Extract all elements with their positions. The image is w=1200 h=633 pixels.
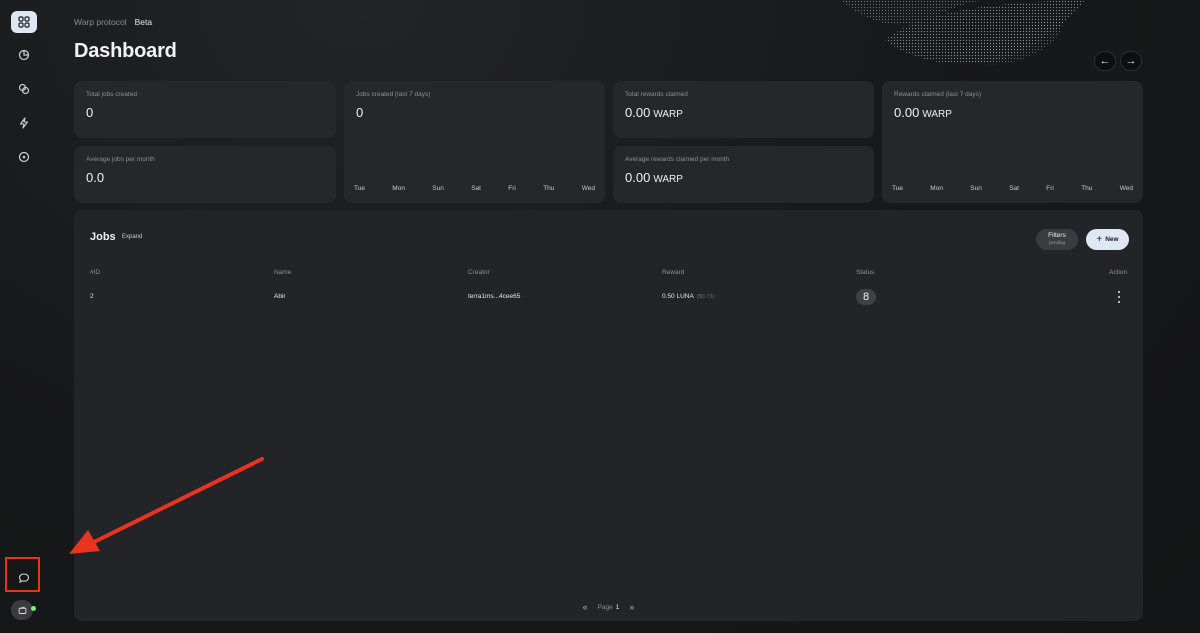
filters-button[interactable]: Filters pending <box>1036 229 1078 250</box>
stat-number: 0.00 <box>625 170 651 185</box>
day-label: Mon <box>392 185 405 192</box>
previous-button[interactable]: ← <box>1094 51 1116 71</box>
day-axis: Tue Mon Sun Sat Fri Thu Wed <box>354 185 595 192</box>
day-label: Tue <box>354 185 365 192</box>
stat-card-total-rewards: Total rewards claimed 0.00 WARP <box>613 81 874 138</box>
stat-number: 0.00 <box>894 105 920 120</box>
arrow-right-icon: → <box>1125 55 1137 67</box>
stat-number: 0.00 <box>625 105 651 120</box>
day-label: Sat <box>471 185 481 192</box>
page-title: Dashboard <box>74 40 177 62</box>
stat-value: 0.00 WARP <box>894 105 952 120</box>
previous-page-icon[interactable]: « <box>583 602 588 612</box>
stat-card-jobs-7d: Jobs created (last 7 days) 0 Tue Mon Sun… <box>344 81 605 203</box>
day-label: Fri <box>508 185 516 192</box>
wallet-button[interactable] <box>11 600 33 620</box>
stat-value: 0.0 <box>86 170 105 185</box>
job-reward: 0.50 LUNA ($0.73) <box>662 293 714 300</box>
sidebar-item-create[interactable] <box>11 146 37 168</box>
page-label: Page <box>597 603 613 611</box>
online-status-dot <box>31 606 36 611</box>
stat-card-avg-rewards: Average rewards claimed per month 0.00 WA… <box>613 146 874 203</box>
stat-label: Jobs created (last 7 days) <box>356 91 431 98</box>
status-badge: 8 <box>856 289 876 305</box>
annotation-arrow <box>69 457 264 554</box>
arrow-left-icon: ← <box>1099 55 1111 67</box>
jobs-title: Jobs <box>90 231 116 243</box>
job-name[interactable]: Abir <box>274 293 286 300</box>
stat-unit: WARP <box>653 109 683 120</box>
stat-label: Average jobs per month <box>86 156 155 163</box>
sidebar-item-analytics[interactable] <box>11 44 37 66</box>
column-header-reward[interactable]: Reward <box>662 269 684 276</box>
stat-card-rewards-7d: Rewards claimed (last 7 days) 0.00 WARP T… <box>882 81 1143 203</box>
stat-value: 0 <box>356 105 364 120</box>
page-number: 1 <box>615 603 620 611</box>
stat-unit: WARP <box>922 109 952 120</box>
sidebar-item-rewards[interactable] <box>11 78 37 100</box>
expand-link[interactable]: Expand <box>122 234 142 240</box>
reward-usd: ($0.73) <box>696 294 715 300</box>
pie-chart-icon <box>18 49 30 61</box>
stat-label: Total rewards claimed <box>625 91 688 98</box>
day-label: Thu <box>1081 185 1093 192</box>
more-actions-icon[interactable] <box>1114 291 1124 303</box>
page-indicator: Page 1 <box>598 604 620 611</box>
lightning-icon <box>19 117 29 129</box>
stat-card-total-jobs: Total jobs created 0 <box>74 81 336 138</box>
column-header-id[interactable]: #ID <box>90 269 100 276</box>
carousel-nav: ← → <box>1094 51 1142 71</box>
highlight-box <box>5 557 40 592</box>
new-job-button[interactable]: + New <box>1086 229 1129 250</box>
day-label: Fri <box>1046 185 1054 192</box>
stat-card-avg-jobs: Average jobs per month 0.0 <box>74 146 336 203</box>
job-id[interactable]: 2 <box>90 293 94 300</box>
stat-value: 0.00 WARP <box>625 170 683 185</box>
grid-icon <box>18 16 30 28</box>
sidebar-item-dashboard[interactable] <box>11 11 37 33</box>
filters-sub-label: pending <box>1048 240 1066 245</box>
next-button[interactable]: → <box>1120 51 1142 71</box>
coins-icon <box>18 83 30 95</box>
day-label: Sun <box>970 185 982 192</box>
filters-label: Filters <box>1048 232 1066 239</box>
new-job-label: New <box>1105 236 1119 243</box>
day-label: Sat <box>1009 185 1019 192</box>
column-header-creator[interactable]: Creator <box>468 269 490 276</box>
dotted-wave-decoration <box>840 0 1085 65</box>
plus-icon: + <box>1096 233 1103 245</box>
column-header-status[interactable]: Status <box>856 269 874 276</box>
stat-label: Total jobs created <box>86 91 137 98</box>
stat-value: 0.00 WARP <box>625 105 683 120</box>
plus-circle-icon <box>18 151 30 163</box>
sidebar-item-jobs[interactable] <box>11 112 37 134</box>
column-header-name[interactable]: Name <box>274 269 291 276</box>
stat-label: Rewards claimed (last 7 days) <box>894 91 982 98</box>
day-label: Wed <box>1119 185 1133 192</box>
stat-label: Average rewards claimed per month <box>625 156 730 163</box>
sidebar <box>0 0 48 633</box>
breadcrumb-current: Beta <box>134 17 153 27</box>
day-axis: Tue Mon Sun Sat Fri Thu Wed <box>892 185 1133 192</box>
stat-value: 0 <box>86 105 94 120</box>
breadcrumb-parent[interactable]: Warp protocol <box>74 17 127 27</box>
breadcrumb: Warp protocol Beta <box>74 17 152 27</box>
job-creator[interactable]: terra1ms...4cee65 <box>468 293 520 300</box>
wallet-icon <box>18 606 26 614</box>
day-label: Sun <box>432 185 444 192</box>
pagination: « Page 1 » <box>74 602 1143 612</box>
reward-amount: 0.50 LUNA <box>662 293 694 300</box>
day-label: Tue <box>892 185 903 192</box>
day-label: Wed <box>581 185 595 192</box>
next-page-icon[interactable]: » <box>629 602 634 612</box>
stat-unit: WARP <box>653 174 683 185</box>
column-header-action: Action <box>1109 269 1128 276</box>
day-label: Thu <box>543 185 555 192</box>
day-label: Mon <box>930 185 943 192</box>
